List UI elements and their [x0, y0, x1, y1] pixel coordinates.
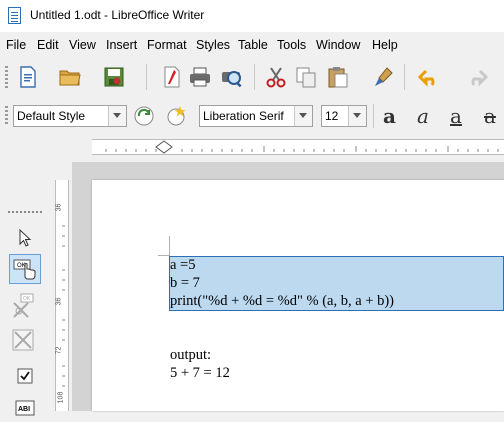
vertical-ruler[interactable]: 36 36 72 108 [55, 180, 69, 411]
indent-marker-icon[interactable] [162, 140, 174, 154]
document-line[interactable]: output: [170, 347, 211, 364]
document-line[interactable]: b = 7 [170, 275, 200, 292]
font-name-combo[interactable]: Liberation Serif [199, 105, 313, 127]
redo-icon[interactable] [462, 63, 490, 91]
chevron-down-icon[interactable] [348, 106, 366, 126]
new-style-icon[interactable] [162, 102, 190, 130]
paste-icon[interactable] [324, 63, 352, 91]
label-field-icon[interactable]: ABI [11, 394, 39, 422]
document-line[interactable]: a =5 [170, 257, 196, 274]
checkbox-icon[interactable] [11, 362, 39, 390]
menu-styles[interactable]: Styles [196, 38, 230, 52]
save-icon[interactable] [100, 63, 128, 91]
svg-text:ABI: ABI [18, 406, 30, 413]
menu-bar: File Edit View Insert Format Styles Tabl… [0, 32, 504, 58]
new-document-icon[interactable] [14, 63, 42, 91]
svg-text:OK: OK [17, 263, 26, 269]
toolbar-grip[interactable] [5, 106, 8, 126]
text-boundary-mark [158, 255, 169, 257]
export-pdf-icon[interactable] [158, 63, 186, 91]
window-title: Untitled 1.odt - LibreOffice Writer [30, 8, 205, 22]
writer-document-icon [8, 7, 21, 24]
strikethrough-icon[interactable]: a [484, 104, 496, 128]
standard-toolbar [0, 58, 504, 135]
toolbar-grip[interactable] [5, 66, 8, 88]
paragraph-style-value: Default Style [17, 109, 86, 123]
underline-icon[interactable]: a [450, 104, 462, 128]
document-line[interactable]: print("%d + %d = %d" % (a, b, a + b)) [170, 293, 394, 310]
update-style-icon[interactable] [130, 102, 158, 130]
menu-table[interactable]: Table [238, 38, 268, 52]
menu-insert[interactable]: Insert [106, 38, 137, 52]
toolbar-separator [404, 64, 405, 90]
toolbar-separator [254, 64, 255, 90]
design-mode-icon[interactable] [9, 326, 37, 354]
title-bar: Untitled 1.odt - LibreOffice Writer [0, 0, 504, 32]
paragraph-style-combo[interactable]: Default Style [13, 105, 127, 127]
print-preview-icon[interactable] [218, 63, 246, 91]
push-button-disabled-icon[interactable]: OK [9, 292, 37, 320]
sidebar-grip[interactable] [8, 211, 42, 213]
menu-file[interactable]: File [6, 38, 26, 52]
document-line[interactable]: 5 + 7 = 12 [170, 365, 230, 382]
italic-icon[interactable]: a [417, 104, 429, 128]
clone-formatting-icon[interactable] [370, 63, 398, 91]
undo-icon[interactable] [416, 63, 444, 91]
bold-icon[interactable]: a [383, 104, 396, 128]
copy-icon[interactable] [292, 63, 320, 91]
font-size-combo[interactable]: 12 [321, 105, 367, 127]
font-size-value: 12 [325, 109, 339, 123]
push-button-icon[interactable]: OK [9, 254, 41, 284]
menu-edit[interactable]: Edit [37, 38, 59, 52]
font-name-value: Liberation Serif [203, 109, 284, 123]
horizontal-ruler[interactable] [92, 139, 504, 155]
chevron-down-icon[interactable] [294, 106, 312, 126]
svg-text:OK: OK [23, 296, 31, 302]
menu-help[interactable]: Help [372, 38, 398, 52]
menu-format[interactable]: Format [147, 38, 187, 52]
open-folder-icon[interactable] [56, 63, 84, 91]
chevron-down-icon[interactable] [108, 106, 126, 126]
menu-view[interactable]: View [69, 38, 96, 52]
print-icon[interactable] [186, 63, 214, 91]
text-boundary-mark [158, 236, 170, 256]
cut-icon[interactable] [262, 63, 290, 91]
toolbar-separator [146, 64, 147, 90]
form-controls-sidebar: OK OK ABI [0, 162, 52, 416]
menu-window[interactable]: Window [316, 38, 360, 52]
toolbar-separator [373, 104, 374, 128]
menu-tools[interactable]: Tools [277, 38, 306, 52]
select-arrow-icon[interactable] [11, 224, 39, 252]
